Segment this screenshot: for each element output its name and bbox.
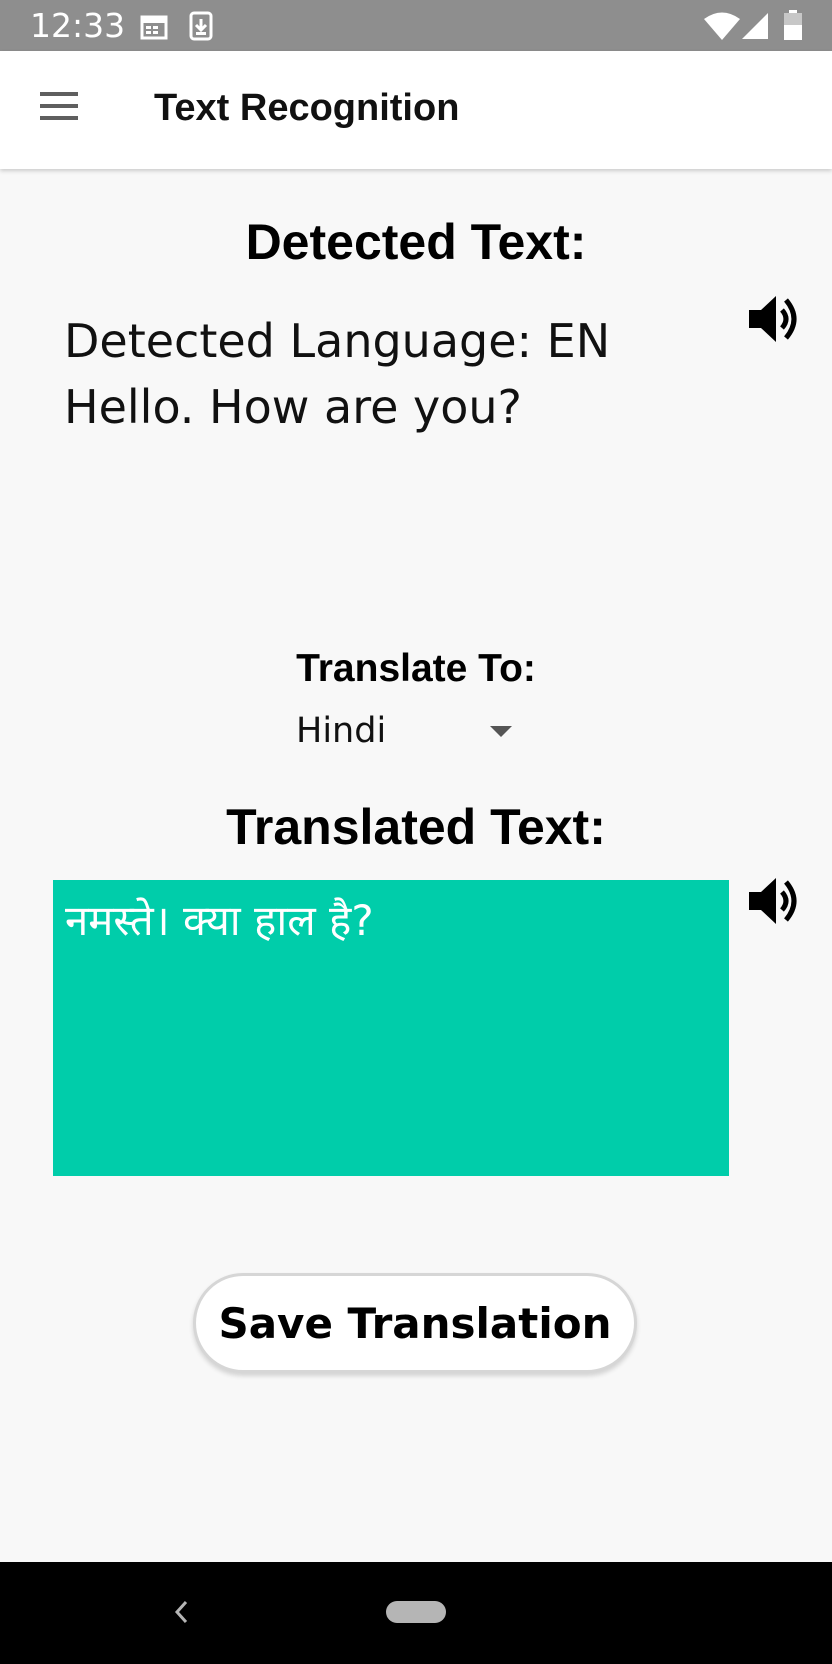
navigation-bar [0,1562,832,1664]
selected-language: Hindi [296,711,387,751]
page-title: Text Recognition [154,87,460,129]
signal-icon [742,13,768,39]
status-bar: 12:33 [0,0,832,51]
detected-text-content: Hello. How are you? [64,380,522,434]
detected-language-line: Detected Language: EN [64,314,611,368]
translated-text-heading: Translated Text: [226,799,606,855]
translate-to-label: Translate To: [296,647,536,690]
download-icon [189,11,213,41]
calendar-icon [140,15,168,40]
translated-text-box: नमस्ते। क्या हाल है? [53,880,729,1176]
battery-icon [784,10,802,40]
status-time: 12:33 [30,6,126,45]
home-pill-icon[interactable] [386,1601,446,1623]
chevron-down-icon [490,726,512,737]
detected-text-output: Detected Language: EN Hello. How are you… [64,308,704,440]
wifi-icon [704,12,740,40]
detected-text-heading: Detected Text: [245,214,587,270]
speaker-icon[interactable] [746,872,804,930]
translated-text-content: नमस्ते। क्या हाल है? [65,896,374,945]
language-dropdown[interactable]: Hindi [286,706,526,756]
app-bar: Text Recognition [0,51,832,169]
hamburger-menu-icon[interactable] [34,87,82,127]
speaker-icon[interactable] [746,290,804,348]
back-icon[interactable] [166,1592,196,1632]
save-translation-button[interactable]: Save Translation [193,1273,637,1373]
